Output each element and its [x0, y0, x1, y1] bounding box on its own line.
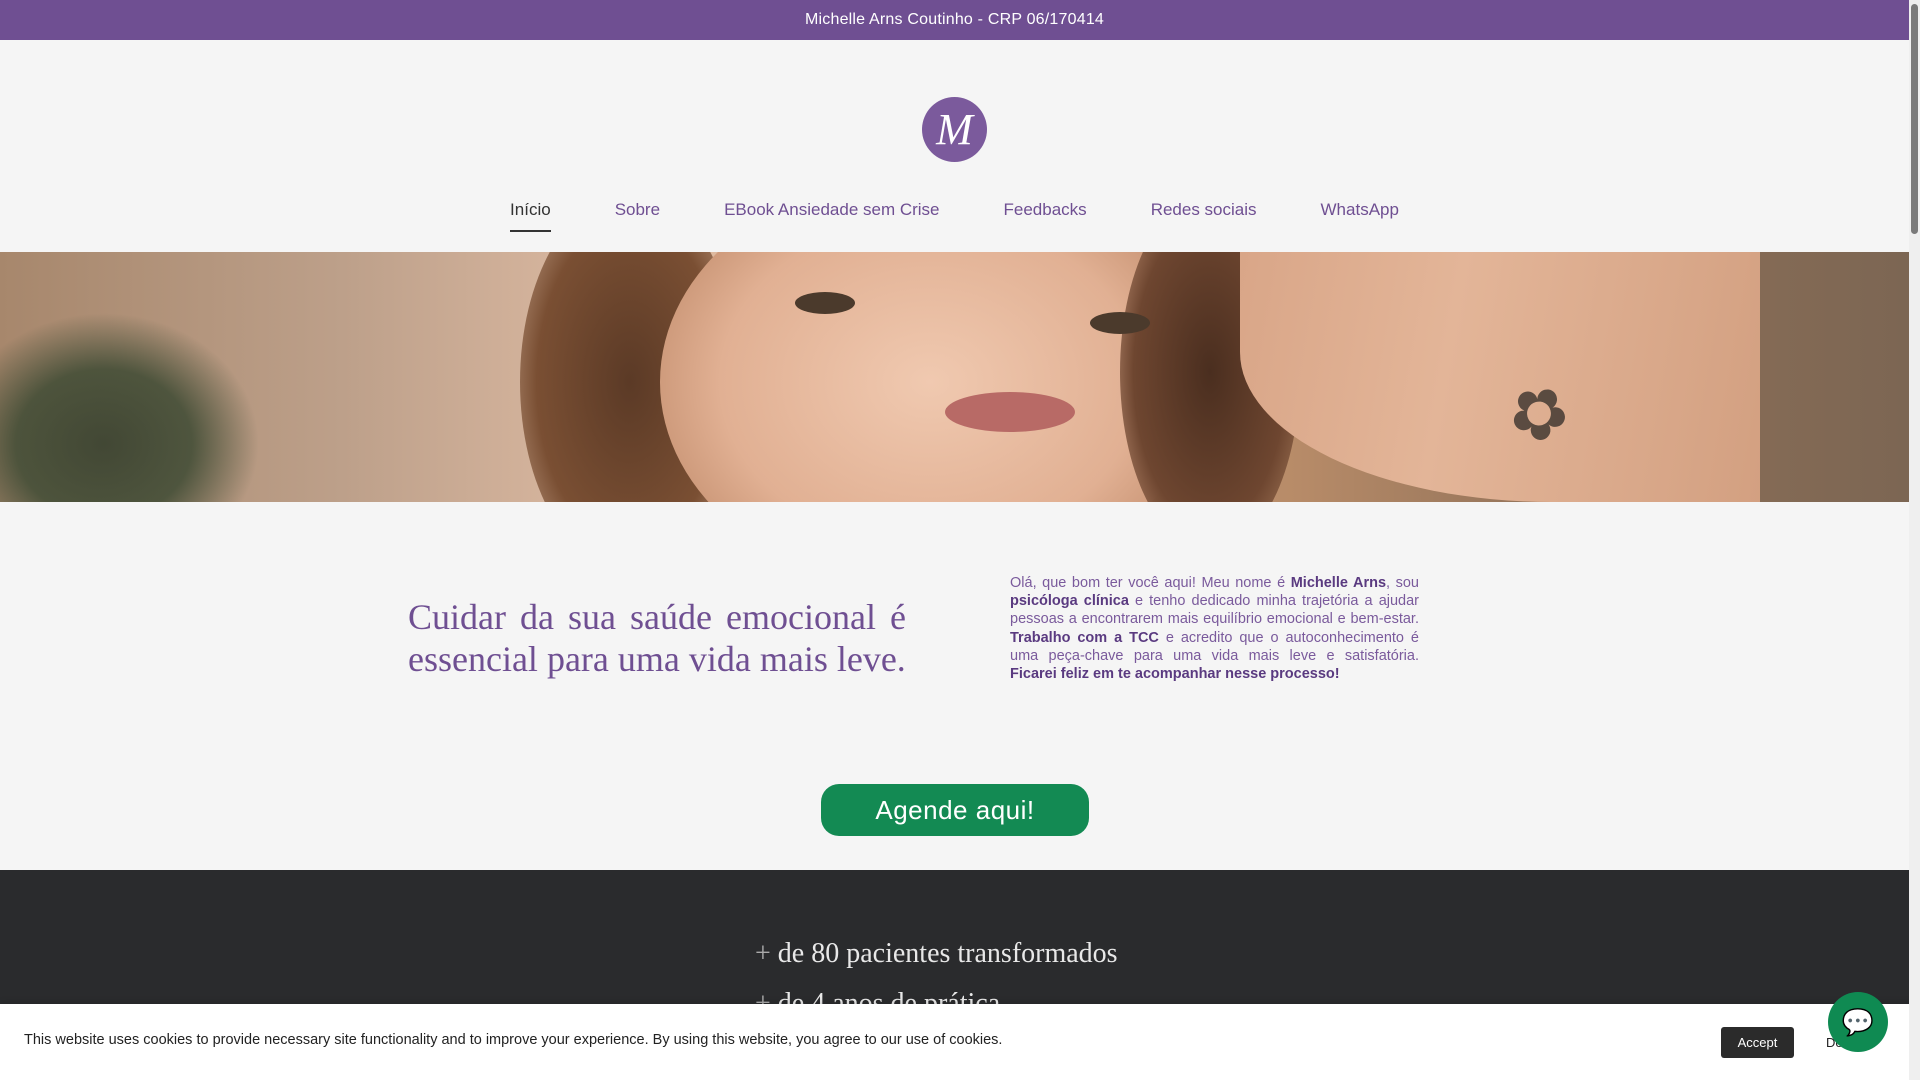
stat-text: de 80 pacientes transformados — [777, 938, 1118, 969]
chat-button[interactable]: 💬 — [1828, 992, 1888, 1052]
nav-item-feedbacks[interactable]: Feedbacks — [1004, 200, 1087, 232]
hero-lips — [945, 392, 1075, 432]
cookie-banner: This website uses cookies to provide nec… — [0, 1004, 1920, 1080]
intro-text-1: Olá, que bom ter você aqui! Meu nome é — [1010, 575, 1291, 591]
nav-item-inicio[interactable]: Início — [510, 200, 551, 232]
nav-item-ebook[interactable]: EBook Ansiedade sem Crise — [724, 200, 939, 232]
top-announcement-bar: Michelle Arns Coutinho - CRP 06/170414 — [0, 0, 1909, 40]
agende-aqui-button[interactable]: Agende aqui! — [821, 784, 1089, 836]
intro-method: Trabalho com a TCC — [1010, 629, 1159, 646]
nav-item-whatsapp[interactable]: WhatsApp — [1321, 200, 1399, 232]
chat-icon: 💬 — [1841, 1006, 1875, 1037]
stat-item: + de 80 pacientes transformados — [755, 938, 1118, 970]
logo-monogram: M — [936, 105, 973, 154]
top-bar-text: Michelle Arns Coutinho - CRP 06/170414 — [804, 11, 1105, 28]
intro-closing: Ficarei feliz em te acompanhar nesse pro… — [1010, 666, 1340, 683]
hero-photo: ✿ — [0, 252, 1909, 502]
intro-name: Michelle Arns — [1290, 575, 1387, 591]
hero-arm — [1240, 252, 1760, 502]
hero-eye-left — [795, 292, 855, 314]
page-headline: Cuidar da sua saúde emocional é essencia… — [408, 597, 906, 679]
page-scrollbar[interactable] — [1909, 0, 1920, 1080]
main-navigation: Início Sobre EBook Ansiedade sem Crise F… — [0, 200, 1909, 232]
scrollbar-thumb[interactable] — [1911, 4, 1918, 234]
intro-text-2: , sou — [1386, 575, 1419, 591]
site-logo[interactable]: M — [922, 97, 987, 162]
hero-face — [660, 252, 1200, 502]
intro-role: psicóloga clínica — [1010, 593, 1129, 610]
nav-item-redes-sociais[interactable]: Redes sociais — [1151, 200, 1257, 232]
cookie-accept-button[interactable]: Accept — [1721, 1027, 1794, 1058]
intro-paragraph: Olá, que bom ter você aqui! Meu nome é M… — [1010, 574, 1419, 683]
hero-plant — [0, 312, 260, 502]
nav-item-sobre[interactable]: Sobre — [615, 200, 660, 232]
hero-eye-right — [1090, 312, 1150, 334]
page: Michelle Arns Coutinho - CRP 06/170414 M… — [0, 0, 1909, 1080]
stat-plus: + — [755, 938, 771, 969]
cookie-message: This website uses cookies to provide nec… — [24, 1032, 1003, 1048]
